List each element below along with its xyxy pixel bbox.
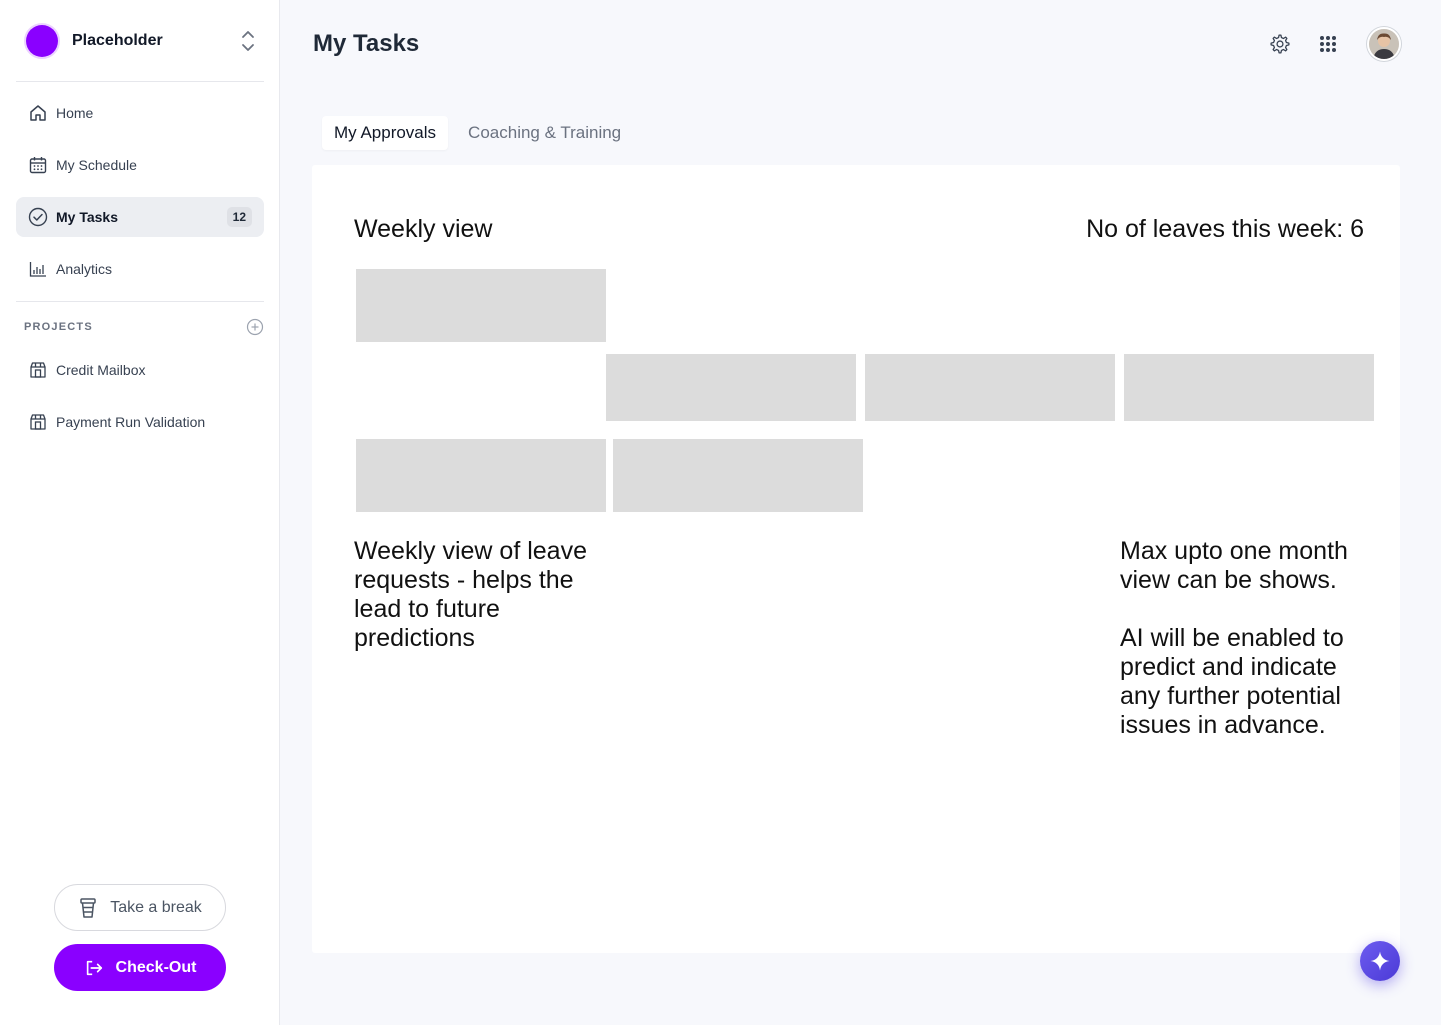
sidebar-item-credit-mailbox[interactable]: Credit Mailbox <box>16 350 264 390</box>
user-photo-icon <box>1369 29 1399 59</box>
leave-count: No of leaves this week: 6 <box>1086 215 1364 243</box>
leave-block-placeholder <box>1124 354 1374 421</box>
apps-button[interactable] <box>1316 32 1340 56</box>
sidebar-item-label: My Tasks <box>56 209 118 225</box>
leave-block-placeholder <box>356 269 606 342</box>
sidebar-item-my-tasks[interactable]: My Tasks 12 <box>16 197 264 237</box>
task-count-badge: 12 <box>226 207 252 227</box>
add-circle-icon[interactable] <box>246 318 264 336</box>
panel-title: Weekly view <box>354 215 493 243</box>
tab-my-approvals[interactable]: My Approvals <box>322 116 449 150</box>
store-icon <box>28 412 48 432</box>
note-left: Weekly view of leave requests - helps th… <box>354 537 587 652</box>
sidebar-item-home[interactable]: Home <box>16 93 264 133</box>
leave-block-placeholder <box>613 439 863 512</box>
projects-header: PROJECTS <box>24 318 264 336</box>
coffee-cup-icon <box>78 897 98 918</box>
take-break-label: Take a break <box>110 898 202 916</box>
workspace-name: Placeholder <box>72 32 163 49</box>
sidebar-item-label: My Schedule <box>56 157 137 173</box>
workspace-switcher[interactable]: Placeholder <box>16 20 264 62</box>
divider <box>16 81 264 82</box>
logout-icon <box>84 958 104 978</box>
bar-chart-icon <box>28 259 48 279</box>
workspace-avatar <box>24 23 60 59</box>
sidebar-item-my-schedule[interactable]: My Schedule <box>16 145 264 185</box>
check-out-label: Check-Out <box>115 958 197 976</box>
projects-title: PROJECTS <box>24 321 93 333</box>
sidebar-item-label: Analytics <box>56 261 113 277</box>
sidebar-item-payment-run-validation[interactable]: Payment Run Validation <box>16 402 264 442</box>
leave-block-placeholder <box>865 354 1115 421</box>
gear-icon <box>1270 34 1290 54</box>
sidebar-item-analytics[interactable]: Analytics <box>16 249 264 289</box>
sidebar-item-label: Home <box>56 105 94 121</box>
sparkle-icon <box>1370 951 1390 971</box>
divider <box>16 301 264 302</box>
check-out-button[interactable]: Check-Out <box>54 944 226 991</box>
weekly-view-panel: Weekly view No of leaves this week: 6 We… <box>312 165 1400 953</box>
sidebar-item-label: Payment Run Validation <box>56 414 206 430</box>
page-title: My Tasks <box>313 30 420 57</box>
store-icon <box>28 360 48 380</box>
apps-grid-icon <box>1320 36 1336 52</box>
tab-coaching-training[interactable]: Coaching & Training <box>456 116 633 150</box>
leave-block-placeholder <box>356 439 606 512</box>
sidebar-item-label: Credit Mailbox <box>56 362 146 378</box>
take-break-button[interactable]: Take a break <box>54 884 226 931</box>
tab-bar: My Approvals Coaching & Training <box>322 116 641 150</box>
sidebar: Placeholder Home My Schedule My Tasks 12… <box>0 0 280 1025</box>
calendar-icon <box>28 155 48 175</box>
home-icon <box>28 103 48 123</box>
ai-assistant-button[interactable] <box>1360 941 1400 981</box>
leave-block-placeholder <box>606 354 856 421</box>
note-right: Max upto one month view can be shows. AI… <box>1120 537 1348 739</box>
settings-button[interactable] <box>1268 32 1292 56</box>
check-circle-icon <box>28 207 48 227</box>
user-avatar[interactable] <box>1367 27 1401 61</box>
chevron-up-down-icon <box>242 31 254 51</box>
